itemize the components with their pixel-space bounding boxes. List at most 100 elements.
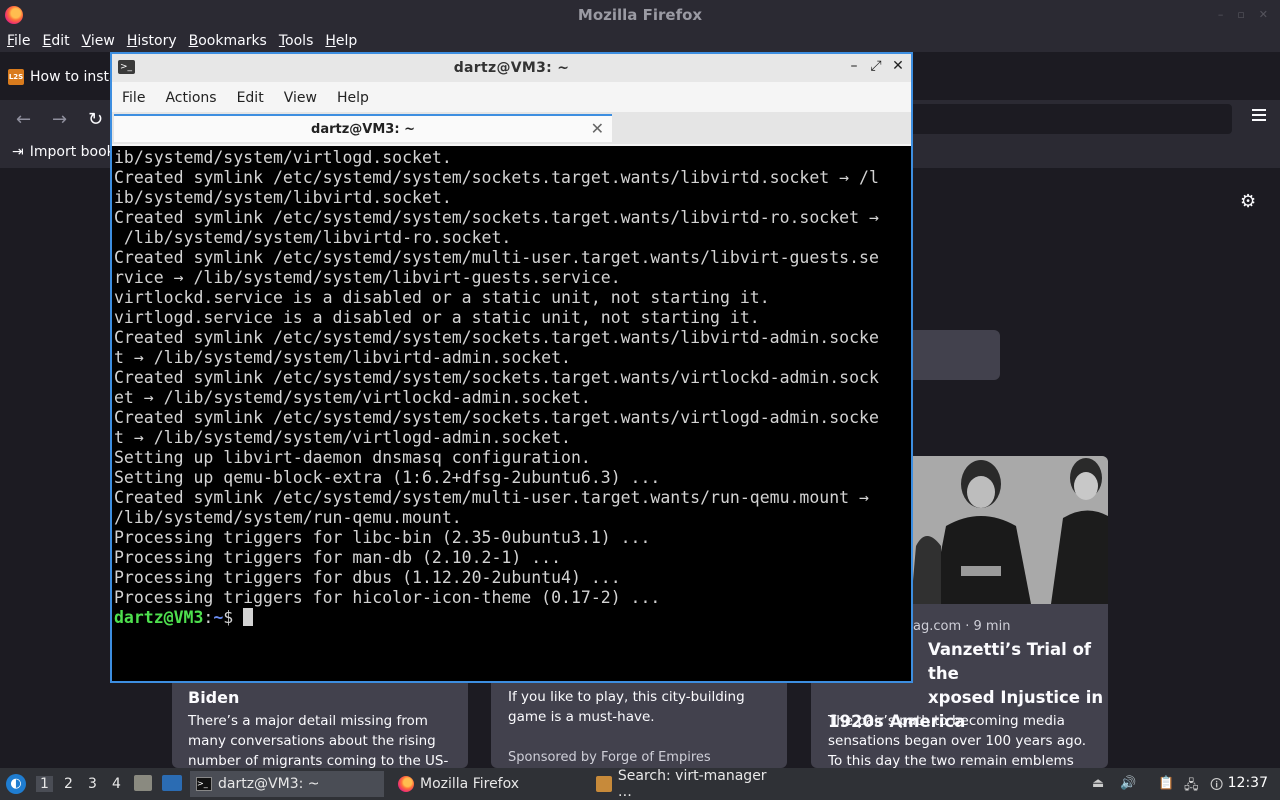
terminal-window-controls: – ⤢ ✕	[847, 58, 905, 74]
terminal-line: ib/systemd/system/virtlogd.socket.	[114, 148, 452, 167]
url-bar[interactable]	[860, 104, 1232, 134]
story-excerpt: There’s a major detail missing from many…	[188, 713, 449, 768]
terminal-line: et → /lib/systemd/system/virtlockd-admin…	[114, 388, 591, 407]
terminal-line: Created symlink /etc/systemd/system/sock…	[114, 208, 879, 227]
update-notifier-icon[interactable]: 🛈	[1210, 776, 1223, 798]
forward-icon[interactable]: →	[52, 109, 67, 130]
story-headline: Biden	[188, 688, 240, 707]
workspace-4[interactable]: 4	[112, 776, 121, 792]
story-source: ag.com · 9 min	[913, 619, 1011, 634]
menu-view[interactable]: View	[75, 33, 120, 49]
terminal-tab[interactable]: dartz@VM3: ~ ✕	[114, 114, 612, 142]
task-label: Mozilla Firefox	[420, 776, 520, 792]
terminal-titlebar[interactable]: >_ dartz@VM3: ~ – ⤢ ✕	[112, 54, 911, 82]
terminal-menubar: File Actions Edit View Help	[112, 84, 911, 112]
close-icon[interactable]: ✕	[1259, 8, 1268, 21]
workspace-1[interactable]: 1	[36, 776, 53, 792]
newtab-search-box[interactable]	[900, 330, 1000, 380]
firefox-titlebar: Mozilla Firefox – ▫ ✕	[0, 0, 1280, 30]
terminal-prompt-line[interactable]: dartz@VM3:~$	[114, 608, 911, 628]
menu-help[interactable]: Help	[318, 33, 362, 49]
terminal-line: Processing triggers for libc-bin (2.35-0…	[114, 528, 651, 547]
firefox-icon	[398, 776, 414, 792]
terminal-line: /lib/systemd/system/run-qemu.mount.	[114, 508, 462, 527]
terminal-line: Created symlink /etc/systemd/system/mult…	[114, 248, 879, 267]
import-bookmarks-button[interactable]: ⇥ Import book	[12, 144, 115, 160]
sponsor-label: Sponsored by Forge of Empires	[508, 750, 711, 765]
start-menu-icon[interactable]: ◐	[6, 774, 26, 794]
story-excerpt: The pair’s path to becoming media sensat…	[828, 713, 1087, 768]
firefox-menubar: File Edit View History Bookmarks Tools H…	[0, 30, 1280, 52]
taskbar-task-search[interactable]: Search: virt-manager …	[590, 768, 790, 800]
taskbar-task-terminal[interactable]: >_ dartz@VM3: ~	[190, 771, 384, 797]
tab-title: How to insta	[30, 69, 118, 85]
file-manager-icon[interactable]	[134, 775, 152, 791]
terminal-window[interactable]: >_ dartz@VM3: ~ – ⤢ ✕ File Actions Edit …	[110, 52, 913, 683]
back-icon[interactable]: ←	[16, 109, 31, 130]
prompt-symbol: $	[223, 608, 244, 627]
software-center-icon	[596, 776, 612, 792]
story-card[interactable]: Biden There’s a major detail missing fro…	[172, 668, 468, 768]
maximize-icon[interactable]: ⤢	[869, 58, 883, 74]
task-label: dartz@VM3: ~	[218, 776, 320, 792]
clock[interactable]: 12:37	[1228, 775, 1268, 791]
show-desktop-icon[interactable]	[162, 775, 182, 791]
prompt-path: ~	[213, 608, 224, 627]
reload-icon[interactable]: ↻	[88, 109, 103, 130]
sponsored-card[interactable]: If you like to play, this city-building …	[491, 668, 787, 768]
terminal-line: Created symlink /etc/systemd/system/mult…	[114, 488, 869, 507]
minimize-icon[interactable]: –	[847, 58, 861, 74]
terminal-line: virtlockd.service is a disabled or a sta…	[114, 288, 770, 307]
text-cursor	[243, 608, 254, 626]
task-label: Search: virt-manager …	[617, 768, 767, 800]
firefox-logo-icon	[5, 6, 23, 24]
firefox-window-controls: – ▫ ✕	[1218, 8, 1268, 21]
workspace-2[interactable]: 2	[64, 776, 73, 792]
terminal-line: ib/systemd/system/libvirtd.socket.	[114, 188, 452, 207]
eject-icon[interactable]: ⏏	[1092, 776, 1104, 791]
menu-actions[interactable]: Actions	[155, 90, 226, 106]
menu-view[interactable]: View	[274, 90, 327, 106]
terminal-tabbar: dartz@VM3: ~ ✕	[112, 112, 911, 144]
firefox-window-title: Mozilla Firefox	[577, 6, 703, 24]
maximize-icon[interactable]: ▫	[1237, 8, 1244, 21]
terminal-line: Created symlink /etc/systemd/system/sock…	[114, 368, 879, 387]
menu-tools[interactable]: Tools	[272, 33, 319, 49]
workspace-3[interactable]: 3	[88, 776, 97, 792]
terminal-line: Processing triggers for dbus (1.12.20-2u…	[114, 568, 621, 587]
terminal-tab-title: dartz@VM3: ~	[311, 121, 415, 137]
terminal-line: /lib/systemd/system/libvirtd-ro.socket.	[114, 228, 512, 247]
taskbar: ◐ 1 2 3 4 >_ dartz@VM3: ~ Mozilla Firefo…	[0, 768, 1280, 800]
close-tab-icon[interactable]: ✕	[591, 119, 604, 138]
terminal-line: virtlogd.service is a disabled or a stat…	[114, 308, 760, 327]
tab-favicon-icon: L2S	[8, 69, 24, 85]
menu-history[interactable]: History	[120, 33, 182, 49]
menu-help[interactable]: Help	[327, 90, 379, 106]
terminal-line: Setting up libvirt-daemon dnsmasq config…	[114, 448, 591, 467]
firefox-tab[interactable]: L2S How to insta	[8, 60, 118, 94]
terminal-line: rvice → /lib/systemd/system/libvirt-gues…	[114, 268, 621, 287]
terminal-line: t → /lib/systemd/system/virtlogd-admin.s…	[114, 428, 571, 447]
menu-edit[interactable]: Edit	[35, 33, 74, 49]
import-icon: ⇥	[12, 144, 24, 160]
menu-edit[interactable]: Edit	[227, 90, 274, 106]
network-icon[interactable]: 🖧	[1184, 776, 1199, 798]
settings-gear-icon[interactable]: ⚙	[1240, 191, 1256, 212]
volume-icon[interactable]: 🔊	[1120, 776, 1136, 791]
terminal-line: Created symlink /etc/systemd/system/sock…	[114, 168, 879, 187]
menu-bookmarks[interactable]: Bookmarks	[182, 33, 272, 49]
minimize-icon[interactable]: –	[1218, 8, 1224, 21]
menu-file[interactable]: File	[0, 33, 35, 49]
terminal-line: t → /lib/systemd/system/libvirtd-admin.s…	[114, 348, 571, 367]
close-icon[interactable]: ✕	[891, 58, 905, 74]
story-excerpt: If you like to play, this city-building …	[508, 689, 745, 725]
terminal-line: Setting up qemu-block-extra (1:6.2+dfsg-…	[114, 468, 661, 487]
menu-file[interactable]: File	[112, 90, 155, 106]
taskbar-task-firefox[interactable]: Mozilla Firefox	[392, 771, 582, 797]
terminal-line: Created symlink /etc/systemd/system/sock…	[114, 328, 879, 347]
terminal-window-title: dartz@VM3: ~	[453, 60, 570, 76]
clipboard-icon[interactable]: 📋	[1158, 776, 1174, 791]
terminal-line: Processing triggers for hicolor-icon-the…	[114, 588, 661, 607]
app-menu-icon[interactable]	[1252, 109, 1266, 121]
terminal-output[interactable]: ib/systemd/system/virtlogd.socket. Create…	[112, 146, 911, 681]
